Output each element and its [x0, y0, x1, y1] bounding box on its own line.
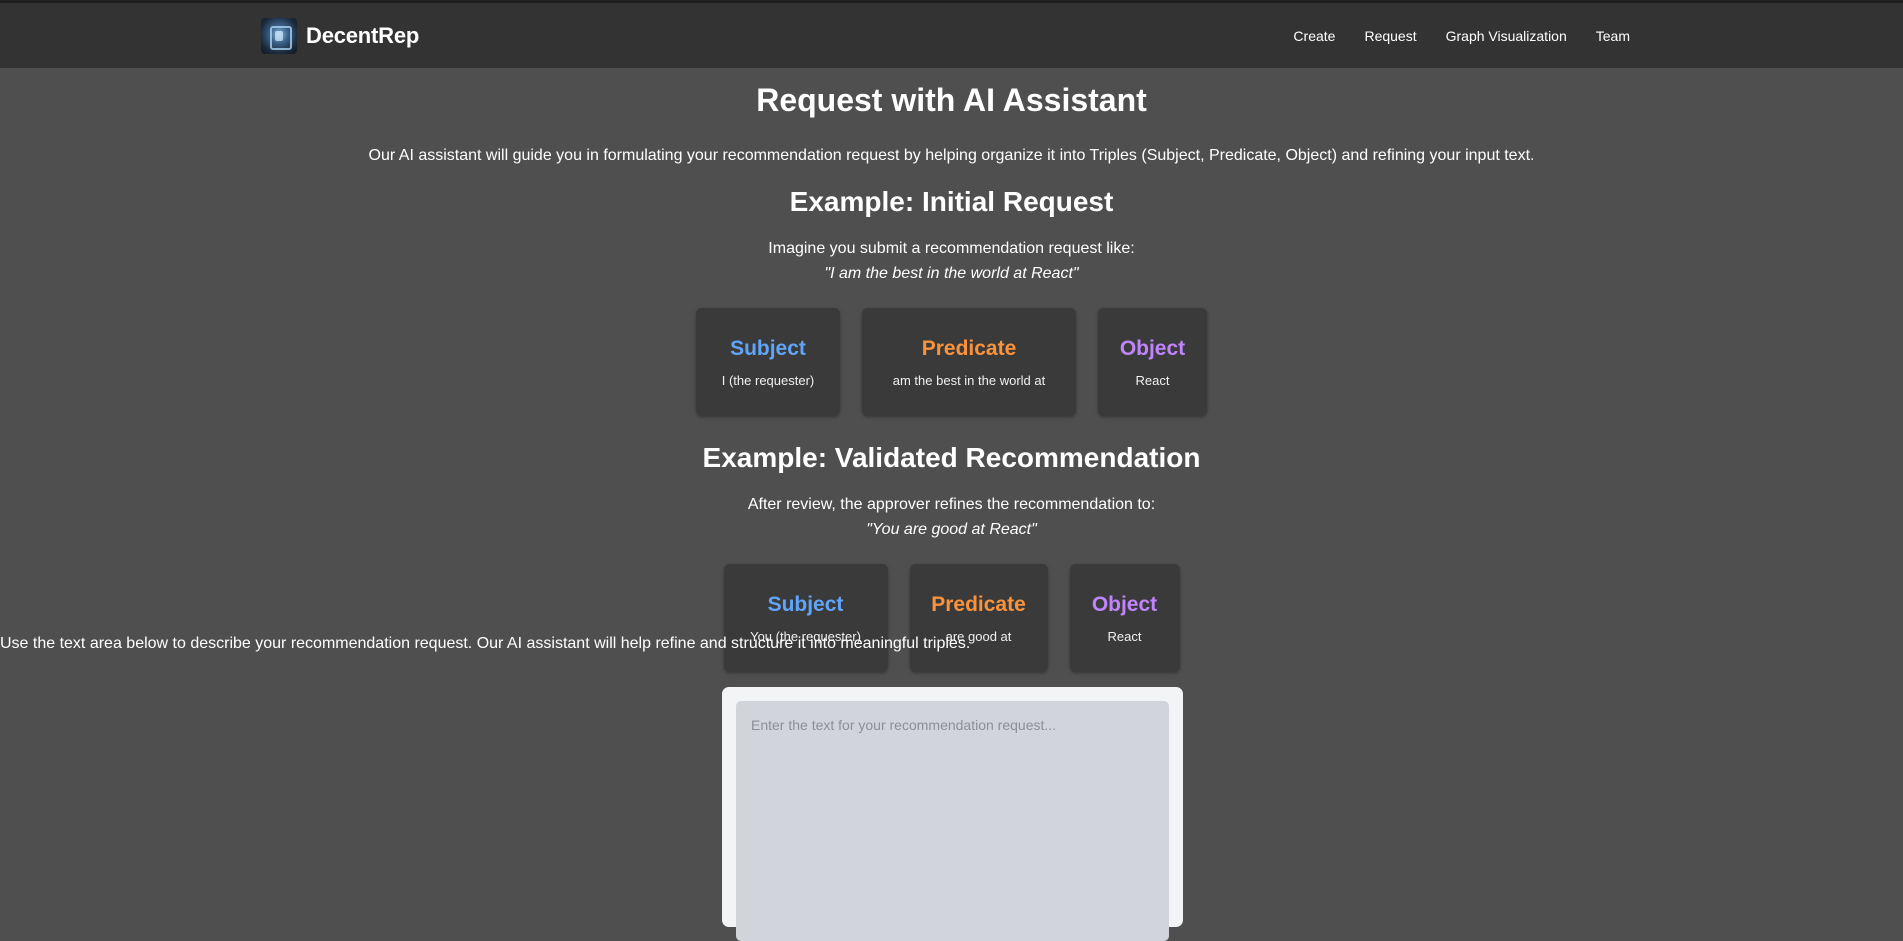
card-title: Subject	[730, 336, 806, 360]
validated-object-card: Object React	[1069, 564, 1180, 672]
card-title: Object	[1119, 336, 1186, 360]
initial-triple-cards: Subject I (the requester) Predicate am t…	[0, 308, 1903, 416]
card-value: am the best in the world at	[892, 372, 1046, 388]
validated-triple-cards: Subject You (the requester) Predicate ar…	[0, 564, 1903, 672]
nav-link-team[interactable]: Team	[1596, 28, 1630, 44]
validated-example-quote: "You are good at React"	[866, 521, 1037, 538]
initial-example-lead-text: Imagine you submit a recommendation requ…	[768, 240, 1135, 257]
main-nav: Create Request Graph Visualization Team	[1264, 3, 1630, 68]
validated-example-heading: Example: Validated Recommendation	[702, 442, 1201, 473]
request-hint: Use the text area below to describe your…	[0, 635, 971, 652]
brand[interactable]: DecentRep	[261, 18, 419, 54]
nav-link-request[interactable]: Request	[1364, 28, 1416, 44]
top-navbar: DecentRep Create Request Graph Visualiza…	[0, 3, 1903, 68]
validated-subject-card: Subject You (the requester)	[723, 564, 888, 672]
initial-predicate-card: Predicate am the best in the world at	[862, 308, 1076, 416]
network-logo-icon	[261, 18, 297, 54]
validated-predicate-card: Predicate are good at	[909, 564, 1048, 672]
initial-example-heading: Example: Initial Request	[789, 186, 1114, 217]
nav-link-create[interactable]: Create	[1293, 28, 1335, 44]
validated-example-lead: After review, the approver refines the r…	[0, 492, 1903, 542]
page-intro: Our AI assistant will guide you in formu…	[368, 147, 1535, 164]
request-form	[722, 687, 1183, 941]
recommendation-request-input[interactable]	[736, 701, 1169, 941]
card-value: React	[1135, 372, 1170, 388]
card-title: Subject	[767, 592, 844, 616]
brand-name: DecentRep	[306, 23, 420, 48]
initial-example-quote: "I am the best in the world at React"	[824, 265, 1079, 282]
card-title: Predicate	[931, 592, 1026, 616]
nav-link-graph-visualization[interactable]: Graph Visualization	[1446, 28, 1567, 44]
validated-example-lead-text: After review, the approver refines the r…	[747, 496, 1156, 513]
card-title: Predicate	[921, 336, 1017, 360]
initial-object-card: Object React	[1098, 308, 1207, 416]
initial-example-lead: Imagine you submit a recommendation requ…	[0, 236, 1903, 286]
page-title: Request with AI Assistant	[756, 82, 1147, 118]
card-title: Object	[1091, 592, 1158, 616]
initial-subject-card: Subject I (the requester)	[696, 308, 840, 416]
card-value: I (the requester)	[721, 372, 815, 388]
